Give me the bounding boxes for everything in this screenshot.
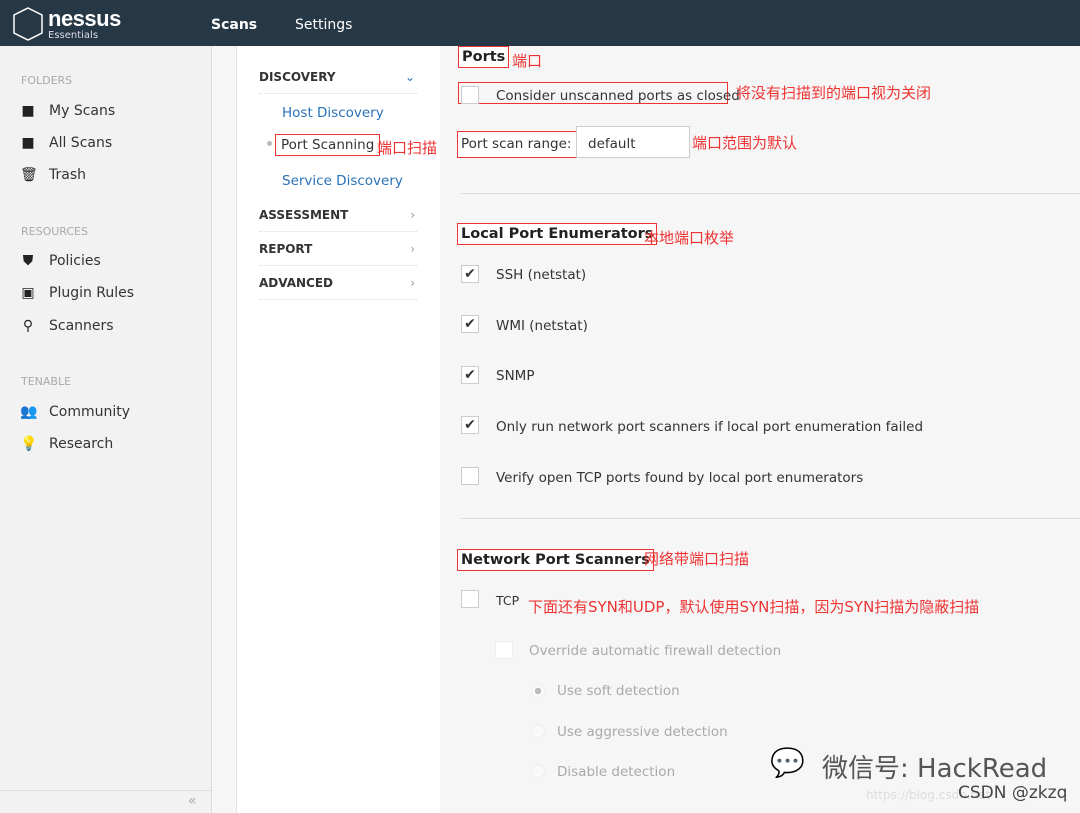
disable-detection-radio[interactable]	[531, 764, 545, 778]
override-firewall-label: Override automatic firewall detection	[529, 643, 782, 659]
annotation-tcp: 下面还有SYN和UDP，默认使用SYN扫描，因为SYN扫描为隐蔽扫描	[528, 598, 980, 616]
sidebar-item-trash[interactable]: 🗑 Trash	[20, 167, 86, 183]
consider-unscanned-checkbox[interactable]	[461, 86, 479, 104]
verify-tcp-checkbox[interactable]	[461, 467, 479, 485]
sidebar: FOLDERS ■ My Scans ■ All Scans 🗑 Trash RESO…	[0, 46, 212, 813]
sidebar-item-plugin-rules[interactable]: ▣ Plugin Rules	[20, 285, 134, 301]
wmi-label: WMI (netstat)	[496, 318, 588, 334]
label: Research	[49, 436, 114, 452]
annotation-port-range: 端口范围为默认	[692, 134, 798, 152]
active-dot	[267, 141, 272, 146]
soft-detection-radio[interactable]	[531, 684, 545, 698]
network-scanners-heading: Network Port Scanners	[457, 549, 654, 571]
community-icon: 👥	[20, 404, 38, 420]
nessus-logo-icon	[13, 7, 43, 41]
annotation-port-scanning: 端口扫描	[377, 139, 438, 157]
lightbulb-icon: 💡	[20, 436, 38, 452]
trash-icon: 🗑	[20, 167, 38, 183]
ssh-label: SSH (netstat)	[496, 267, 587, 283]
chevron-right-icon: ›	[410, 242, 415, 256]
sidebar-item-scanners[interactable]: ⚲ Scanners	[20, 318, 114, 334]
nav-host-discovery[interactable]: Host Discovery	[282, 105, 384, 121]
brand-edition: Essentials	[48, 30, 99, 41]
aggressive-detection-radio[interactable]	[531, 724, 545, 738]
override-firewall-checkbox[interactable]	[495, 641, 513, 659]
sidebar-footer-divider	[0, 790, 212, 791]
tcp-checkbox[interactable]	[461, 590, 479, 608]
section-advanced[interactable]: ADVANCED ›	[259, 266, 417, 300]
verify-tcp-label: Verify open TCP ports found by local por…	[496, 470, 864, 486]
sidebar-item-my-scans[interactable]: ■ My Scans	[20, 103, 115, 119]
divider	[461, 193, 1080, 194]
nav-settings[interactable]: Settings	[295, 17, 352, 33]
settings-panel: Ports 端口 Consider unscanned ports as clo…	[440, 46, 1080, 813]
label: All Scans	[49, 135, 113, 151]
label: Community	[49, 404, 131, 420]
sidebar-item-policies[interactable]: ⛊ Policies	[20, 253, 101, 269]
label: Scanners	[49, 318, 114, 334]
sidebar-item-research[interactable]: 💡 Research	[20, 436, 113, 452]
label: Trash	[49, 167, 86, 183]
brand-name: nessus	[48, 6, 121, 31]
soft-detection-label: Use soft detection	[557, 683, 680, 699]
nav-scans[interactable]: Scans	[211, 17, 257, 33]
only-run-checkbox[interactable]: ✔	[461, 416, 479, 434]
folder-icon: ■	[21, 103, 35, 119]
snmp-checkbox[interactable]: ✔	[461, 366, 479, 384]
collapse-sidebar-button[interactable]: «	[188, 793, 197, 809]
disable-detection-label: Disable detection	[557, 764, 676, 780]
top-bar: nessus Essentials Scans Settings	[0, 0, 1080, 46]
divider	[461, 518, 1080, 519]
section-discovery[interactable]: DISCOVERY ⌄	[259, 60, 417, 94]
label: ADVANCED	[259, 276, 334, 290]
consider-unscanned-label: Consider unscanned ports as closed	[496, 88, 740, 104]
ports-heading: Ports	[458, 46, 510, 68]
folders-label: FOLDERS	[21, 74, 73, 87]
chevron-right-icon: ›	[410, 276, 415, 290]
annotation-local: 本地端口枚举	[644, 229, 735, 247]
only-run-label: Only run network port scanners if local …	[496, 419, 924, 435]
wechat-icon: 💬	[770, 746, 805, 779]
wmi-checkbox[interactable]: ✔	[461, 315, 479, 333]
aggressive-detection-label: Use aggressive detection	[557, 724, 728, 740]
folder-icon: ■	[21, 135, 35, 151]
annotation-consider-unscanned: 将没有扫描到的端口视为关闭	[736, 84, 932, 102]
label: My Scans	[49, 103, 116, 119]
section-assessment[interactable]: ASSESSMENT ›	[259, 198, 417, 232]
label: Policies	[49, 253, 101, 269]
nav-service-discovery[interactable]: Service Discovery	[282, 173, 403, 189]
nav-port-scanning[interactable]: Port Scanning	[275, 134, 381, 156]
port-range-label: Port scan range:	[461, 136, 572, 152]
label: REPORT	[259, 242, 313, 256]
satellite-icon: ⚲	[22, 318, 34, 334]
csdn-watermark: CSDN @zkzq	[958, 783, 1068, 803]
label: ASSESSMENT	[259, 208, 349, 222]
shield-icon: ⛊	[22, 253, 34, 269]
port-range-input[interactable]: default	[576, 126, 690, 158]
section-report[interactable]: REPORT ›	[259, 232, 417, 266]
chevron-down-icon: ⌄	[404, 70, 415, 84]
wechat-watermark: 微信号: HackRead	[822, 754, 1048, 784]
settings-nav: DISCOVERY ⌄ Host Discovery Port Scanning …	[236, 46, 440, 813]
chevron-right-icon: ›	[410, 208, 415, 222]
annotation-network: 网络带端口扫描	[644, 550, 750, 568]
ssh-checkbox[interactable]: ✔	[461, 265, 479, 283]
tcp-label: TCP	[496, 593, 520, 608]
plugin-icon: ▣	[21, 285, 35, 301]
sidebar-item-all-scans[interactable]: ■ All Scans	[20, 135, 112, 151]
label: DISCOVERY	[259, 70, 336, 84]
snmp-label: SNMP	[496, 368, 535, 384]
local-enumerators-heading: Local Port Enumerators	[457, 223, 658, 245]
label: Plugin Rules	[49, 285, 135, 301]
sidebar-item-community[interactable]: 👥 Community	[20, 404, 130, 420]
annotation-ports: 端口	[512, 52, 543, 70]
tenable-label: TENABLE	[21, 375, 72, 388]
resources-label: RESOURCES	[21, 225, 88, 238]
